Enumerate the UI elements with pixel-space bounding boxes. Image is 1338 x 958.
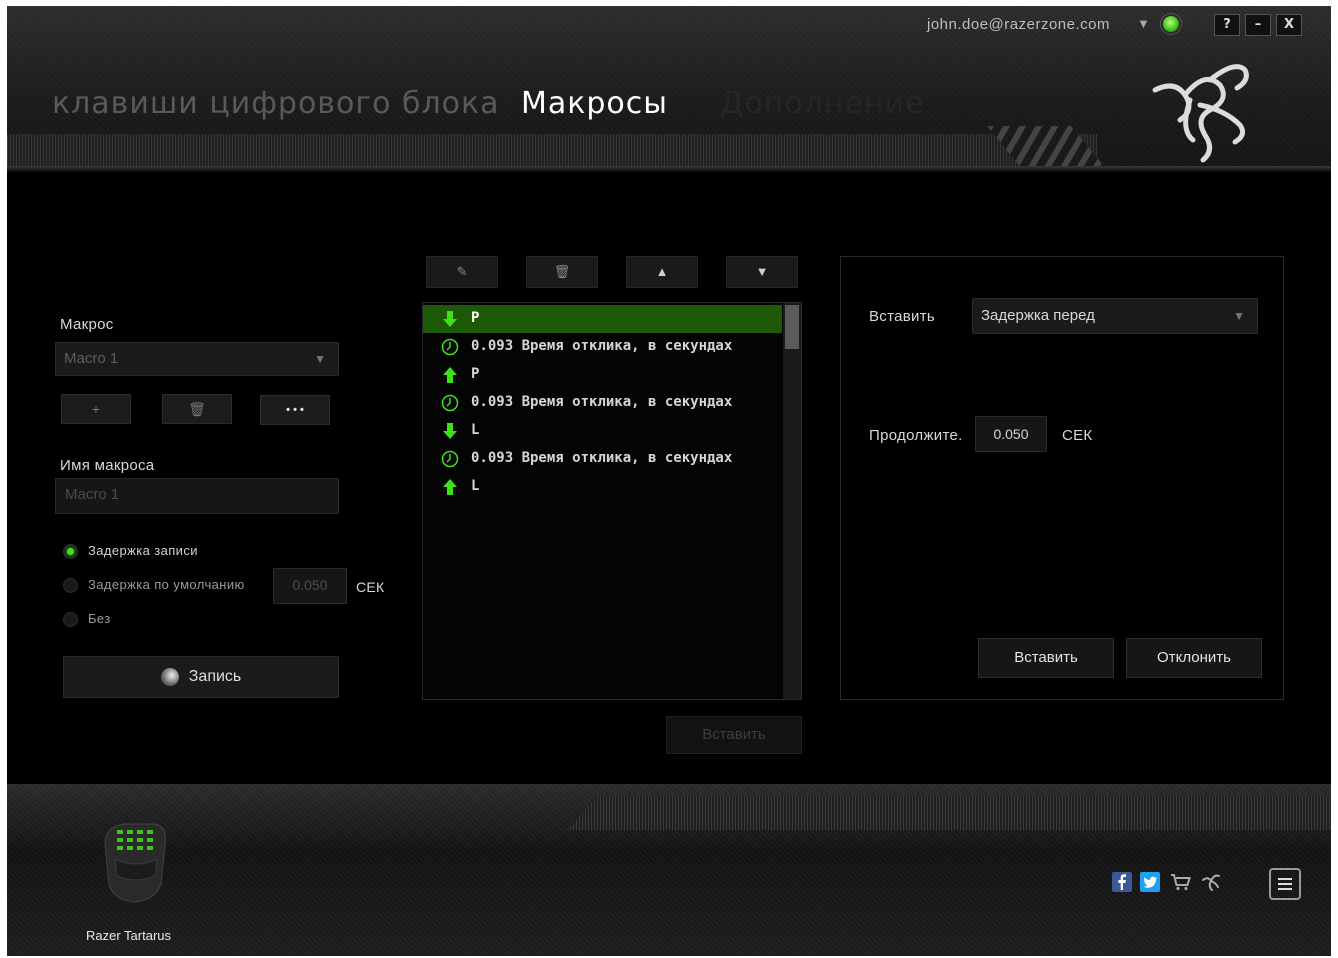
move-up-button[interactable]: ▲ — [626, 256, 698, 288]
duration-input[interactable]: 0.050 — [975, 416, 1047, 452]
event-text: L — [471, 478, 480, 494]
menu-bar — [1278, 878, 1292, 880]
key-up-arrow-icon — [443, 367, 457, 383]
event-text: P — [471, 310, 480, 326]
edit-event-button[interactable]: ✎ — [426, 256, 498, 288]
key-up-arrow-icon — [443, 479, 457, 495]
facebook-icon[interactable] — [1112, 872, 1132, 892]
insert-type-select[interactable]: Задержка перед ▼ — [972, 298, 1258, 334]
macro-label: Макрос — [60, 316, 114, 333]
insert-button[interactable]: Вставить — [978, 638, 1114, 678]
header-divider — [7, 166, 1331, 172]
default-delay-radio[interactable] — [63, 578, 78, 593]
close-button[interactable]: X — [1276, 14, 1302, 36]
razer-insider-icon[interactable] — [1200, 872, 1220, 892]
scrollbar-thumb[interactable] — [785, 305, 799, 349]
list-item[interactable]: L — [423, 417, 782, 445]
razer-tartarus-device-image[interactable] — [95, 814, 175, 914]
move-down-button[interactable]: ▼ — [726, 256, 798, 288]
device-name: Razer Tartarus — [86, 928, 172, 943]
footer-texture-strip — [567, 796, 1331, 830]
key-down-arrow-icon — [443, 423, 457, 439]
more-options-button[interactable]: • • • — [260, 395, 330, 425]
online-status-icon — [1163, 16, 1179, 32]
add-macro-button[interactable]: + — [61, 394, 131, 424]
list-item[interactable]: 0.093 Время отклика, в секундах — [423, 445, 782, 473]
trash-icon: 🗑 — [553, 264, 571, 279]
key-down-arrow-icon — [443, 311, 457, 327]
list-item[interactable]: 0.093 Время отклика, в секундах — [423, 333, 782, 361]
tab-extras[interactable]: Дополнение — [720, 86, 925, 121]
default-delay-label: Задержка по умолчанию — [88, 577, 245, 592]
macro-name-input[interactable]: Macro 1 — [55, 478, 339, 514]
help-button[interactable]: ? — [1214, 14, 1240, 36]
list-item[interactable]: L — [423, 473, 782, 501]
edit-icon: ✎ — [456, 264, 468, 279]
tab-keypad-keys[interactable]: клавиши цифрового блока — [52, 86, 500, 121]
event-text: 0.093 Время отклика, в секундах — [471, 338, 733, 354]
clock-icon — [441, 338, 459, 356]
record-button[interactable]: Запись — [63, 656, 339, 698]
macro-select[interactable]: Macro 1 ▼ — [55, 342, 339, 376]
trash-icon: 🗑 — [188, 401, 206, 417]
clock-icon — [441, 450, 459, 468]
synapse-window: john.doe@razerzone.com ▼ ? – X клавиши ц… — [7, 6, 1331, 956]
delete-event-button[interactable]: 🗑 — [526, 256, 598, 288]
minimize-button[interactable]: – — [1245, 14, 1271, 36]
event-text: 0.093 Время отклика, в секундах — [471, 394, 733, 410]
hamburger-menu-icon[interactable] — [1269, 868, 1301, 900]
menu-bar — [1278, 883, 1292, 885]
duration-label: Продолжите. — [869, 427, 963, 444]
cancel-button[interactable]: Отклонить — [1126, 638, 1262, 678]
default-delay-input[interactable]: 0.050 — [273, 568, 347, 604]
move-down-icon: ▼ — [755, 264, 769, 279]
event-text: L — [471, 422, 480, 438]
user-account-email[interactable]: john.doe@razerzone.com — [927, 16, 1110, 33]
chevron-down-icon: ▼ — [1233, 309, 1245, 323]
macro-select-value: Macro 1 — [64, 350, 119, 367]
chevron-down-icon: ▼ — [314, 352, 326, 366]
account-dropdown-icon[interactable]: ▼ — [1137, 16, 1150, 31]
menu-bar — [1278, 888, 1292, 890]
store-cart-icon[interactable] — [1170, 872, 1191, 892]
no-delay-label: Без — [88, 611, 111, 626]
event-text: 0.093 Время отклика, в секундах — [471, 450, 733, 466]
list-item[interactable]: P — [423, 361, 782, 389]
record-button-label: Запись — [188, 668, 242, 685]
record-icon — [160, 668, 179, 686]
record-delay-label: Задержка записи — [88, 543, 198, 558]
macro-event-list[interactable]: P 0.093 Время отклика, в секундах P 0.09… — [422, 302, 802, 700]
twitter-icon[interactable] — [1140, 872, 1160, 892]
clock-icon — [441, 394, 459, 412]
razer-snake-logo-icon — [1152, 64, 1249, 163]
list-item[interactable]: 0.093 Время отклика, в секундах — [423, 389, 782, 417]
record-delay-radio[interactable] — [63, 544, 78, 559]
list-scrollbar[interactable] — [783, 303, 801, 699]
insert-type-label: Вставить — [869, 308, 935, 325]
no-delay-radio[interactable] — [63, 612, 78, 627]
duration-unit: СЕК — [1062, 427, 1093, 444]
move-up-icon: ▲ — [655, 264, 669, 279]
default-delay-unit: СЕК — [356, 579, 385, 595]
insert-event-button[interactable]: Вставить — [666, 716, 802, 754]
macro-name-label: Имя макроса — [60, 457, 155, 474]
event-text: P — [471, 366, 480, 382]
delete-macro-button[interactable]: 🗑 — [162, 394, 232, 424]
list-item[interactable]: P — [423, 305, 782, 333]
insert-type-value: Задержка перед — [981, 307, 1095, 324]
header-texture-strip — [7, 134, 1097, 170]
tab-macros[interactable]: Макросы — [521, 86, 668, 121]
